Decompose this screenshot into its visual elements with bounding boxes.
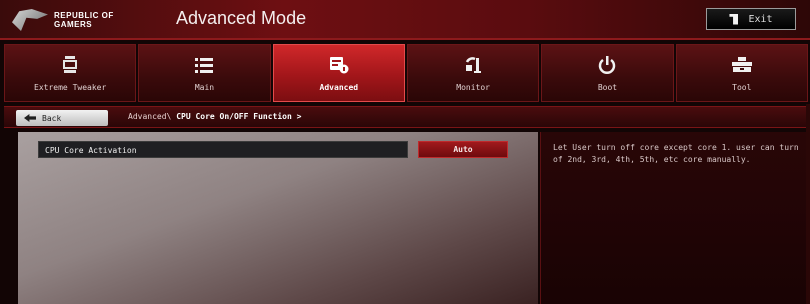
tab-monitor[interactable]: Monitor — [406, 44, 540, 102]
tab-label: Boot — [597, 82, 618, 92]
monitor-icon — [464, 55, 482, 75]
breadcrumb: Advanced\ CPU Core On/OFF Function > — [128, 112, 301, 121]
exit-button[interactable]: Exit — [706, 8, 796, 30]
tab-extreme-tweaker[interactable]: Extreme Tweaker — [4, 44, 137, 102]
tab-boot[interactable]: Boot — [541, 44, 674, 102]
setting-label[interactable]: CPU Core Activation — [38, 141, 408, 158]
list-icon — [195, 55, 214, 75]
brand-line-1: REPUBLIC OF — [54, 11, 114, 20]
mode-title: Advanced Mode — [176, 8, 307, 28]
back-button[interactable]: Back — [16, 110, 108, 126]
help-panel: Let User turn off core except core 1. us… — [540, 132, 810, 304]
back-label: Back — [42, 113, 62, 123]
help-text: Let User turn off core except core 1. us… — [553, 143, 799, 164]
power-icon — [598, 55, 616, 75]
setting-value-dropdown[interactable]: Auto — [418, 141, 508, 158]
tab-main[interactable]: Main — [138, 44, 271, 102]
main-tabs: Extreme Tweaker Main Advanced Monitor Bo… — [4, 44, 808, 104]
tab-advanced[interactable]: Advanced — [272, 44, 405, 102]
tool-icon — [731, 55, 752, 75]
back-arrow-icon — [24, 114, 36, 122]
brand-text: REPUBLIC OF GAMERS — [54, 11, 114, 29]
tweaker-icon — [62, 55, 78, 75]
settings-panel: CPU Core Activation Auto — [18, 132, 538, 304]
breadcrumb-current: CPU Core On/OFF Function > — [176, 112, 302, 121]
breadcrumb-bar: Back Advanced\ CPU Core On/OFF Function … — [4, 106, 806, 128]
rog-logo: REPUBLIC OF GAMERS — [12, 6, 152, 34]
tab-label: Advanced — [319, 82, 359, 92]
exit-label: Exit — [748, 13, 773, 25]
tab-label: Extreme Tweaker — [34, 82, 107, 92]
right-edge-strip — [806, 104, 810, 304]
tab-tool[interactable]: Tool — [675, 44, 808, 102]
tab-label: Monitor — [456, 82, 490, 92]
tab-label: Main — [194, 82, 215, 92]
brand-line-2: GAMERS — [54, 20, 93, 29]
exit-icon — [729, 13, 739, 25]
setting-row-cpu-core-activation[interactable]: CPU Core Activation Auto — [38, 141, 508, 158]
rog-eye-icon — [12, 9, 48, 31]
top-header: REPUBLIC OF GAMERS Advanced Mode Exit — [0, 0, 810, 40]
breadcrumb-prefix[interactable]: Advanced\ — [128, 112, 171, 121]
tab-label: Tool — [732, 82, 752, 92]
advanced-icon — [329, 55, 349, 75]
